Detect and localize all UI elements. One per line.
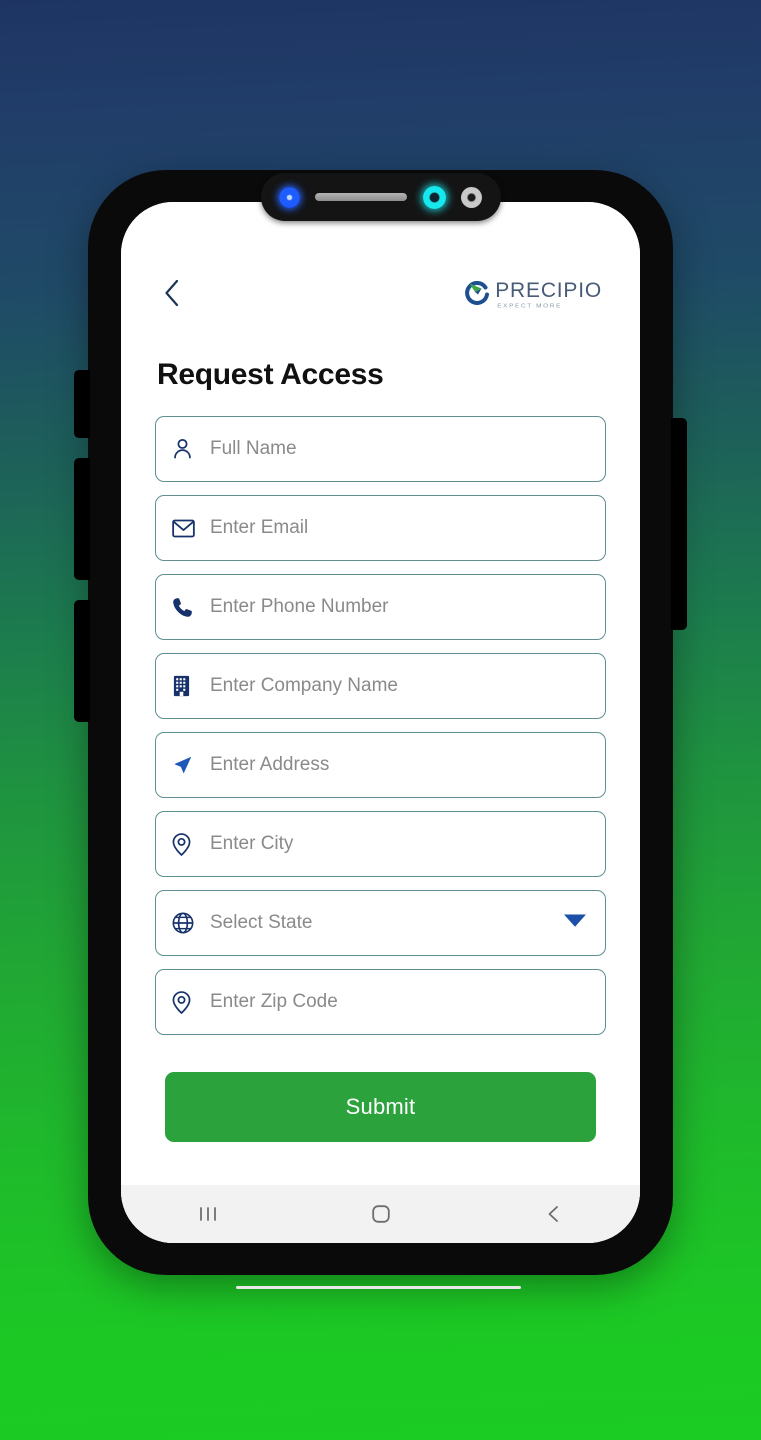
form-container: Request Access Full Name Enter Email Ent… bbox=[121, 322, 640, 1185]
field-address[interactable]: Enter Address bbox=[155, 732, 606, 798]
full-name-placeholder: Full Name bbox=[210, 438, 297, 459]
field-zip[interactable]: Enter Zip Code bbox=[155, 969, 606, 1035]
submit-button[interactable]: Submit bbox=[165, 1072, 596, 1142]
globe-icon bbox=[172, 912, 202, 934]
recents-button[interactable] bbox=[175, 1191, 241, 1237]
address-placeholder: Enter Address bbox=[210, 754, 330, 775]
building-icon bbox=[172, 675, 202, 697]
field-email[interactable]: Enter Email bbox=[155, 495, 606, 561]
navigation-icon bbox=[172, 755, 202, 776]
volume-up-button[interactable] bbox=[74, 458, 90, 580]
caret-down-icon[interactable] bbox=[563, 913, 587, 933]
city-placeholder: Enter City bbox=[210, 833, 294, 854]
phone-mockup: PRECIPIO EXPECT MORE Request Access Full… bbox=[74, 170, 687, 1289]
system-nav-bar bbox=[121, 1185, 640, 1243]
volume-down-button[interactable] bbox=[74, 600, 90, 722]
email-placeholder: Enter Email bbox=[210, 517, 309, 538]
envelope-icon bbox=[172, 519, 202, 538]
logo-tagline: EXPECT MORE bbox=[497, 302, 563, 309]
phone-screen: PRECIPIO EXPECT MORE Request Access Full… bbox=[121, 202, 640, 1243]
home-button[interactable] bbox=[348, 1191, 414, 1237]
home-icon bbox=[371, 1205, 390, 1223]
phone-frame: PRECIPIO EXPECT MORE Request Access Full… bbox=[74, 170, 687, 1275]
zip-placeholder: Enter Zip Code bbox=[210, 991, 338, 1012]
power-button[interactable] bbox=[671, 418, 687, 630]
page-title: Request Access bbox=[157, 358, 384, 391]
precipio-logo: PRECIPIO EXPECT MORE bbox=[465, 280, 602, 311]
back-button[interactable] bbox=[155, 276, 189, 310]
proximity-sensor-icon bbox=[461, 186, 483, 208]
dynamic-island bbox=[260, 173, 501, 221]
back-nav-button[interactable] bbox=[521, 1191, 587, 1237]
state-placeholder: Select State bbox=[210, 912, 313, 933]
field-city[interactable]: Enter City bbox=[155, 811, 606, 877]
field-company[interactable]: Enter Company Name bbox=[155, 653, 606, 719]
chevron-left-icon bbox=[165, 279, 179, 307]
phone-icon bbox=[172, 597, 202, 618]
user-icon bbox=[172, 438, 202, 460]
field-full-name[interactable]: Full Name bbox=[155, 416, 606, 482]
field-phone[interactable]: Enter Phone Number bbox=[155, 574, 606, 640]
back-icon bbox=[548, 1206, 558, 1222]
submit-container: Submit bbox=[155, 1072, 606, 1142]
map-pin-icon bbox=[172, 990, 202, 1014]
phone-base-reflection bbox=[236, 1286, 521, 1289]
recents-icon bbox=[199, 1207, 216, 1221]
silent-switch[interactable] bbox=[74, 370, 90, 438]
speaker-grille-icon bbox=[315, 193, 408, 201]
map-pin-icon bbox=[172, 832, 202, 856]
field-state-select[interactable]: Select State bbox=[155, 890, 606, 956]
phone-placeholder: Enter Phone Number bbox=[210, 596, 389, 617]
request-access-app: PRECIPIO EXPECT MORE Request Access Full… bbox=[121, 202, 640, 1243]
precipio-swoosh-logo bbox=[465, 280, 490, 305]
logo-wordmark: PRECIPIO bbox=[495, 278, 602, 302]
company-placeholder: Enter Company Name bbox=[210, 675, 398, 696]
led-indicator-icon bbox=[278, 186, 300, 208]
front-camera-icon bbox=[422, 185, 446, 209]
